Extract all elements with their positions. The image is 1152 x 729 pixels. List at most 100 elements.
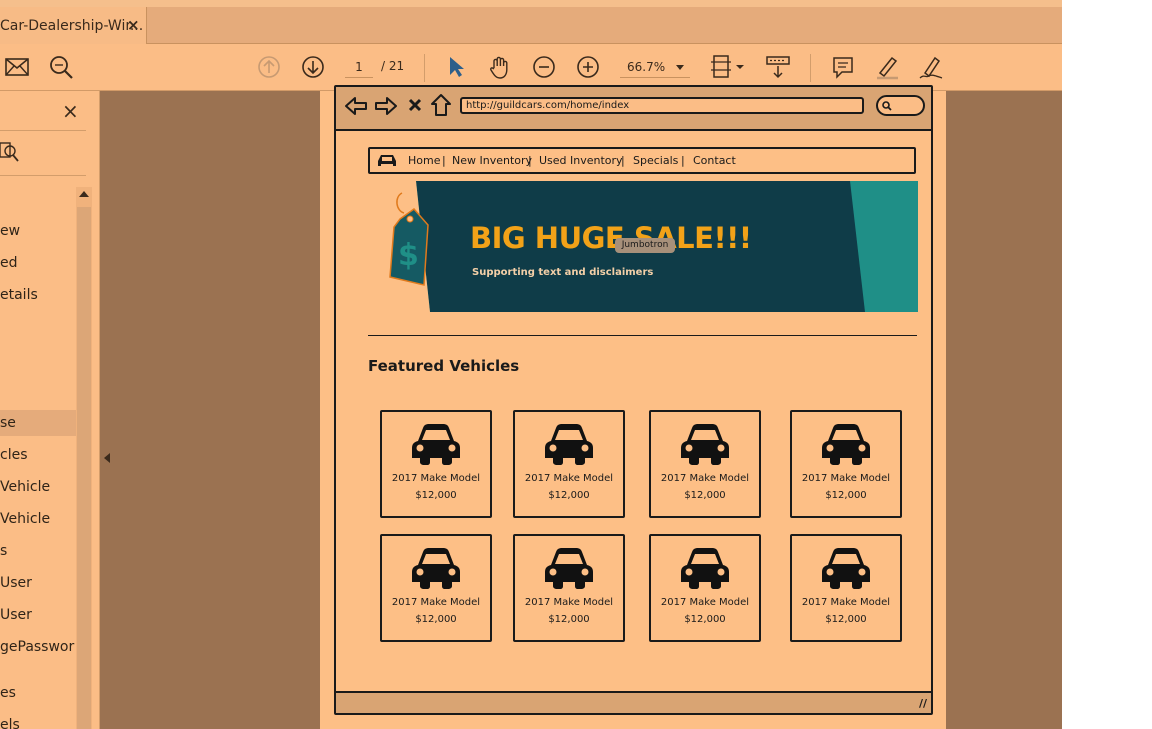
- vehicle-price: $12,000: [548, 490, 590, 501]
- blank-margin: [1062, 0, 1152, 729]
- car-icon: [541, 422, 597, 470]
- mail-icon[interactable]: [2, 52, 32, 82]
- vehicle-price: $12,000: [415, 614, 457, 625]
- bookmark-search-icon[interactable]: [0, 141, 20, 169]
- featured-vehicles-heading: Featured Vehicles: [368, 357, 520, 375]
- wireframe-nav-contact: Contact: [693, 154, 736, 167]
- bookmark-item[interactable]: es: [0, 680, 76, 706]
- jumbotron-label: Jumbotron: [615, 238, 675, 253]
- vehicle-price: $12,000: [684, 490, 726, 501]
- back-arrow-icon: [345, 97, 367, 115]
- fit-page-icon[interactable]: [708, 52, 748, 82]
- vehicle-model: 2017 Make Model: [391, 473, 481, 484]
- vehicle-model: 2017 Make Model: [391, 597, 481, 608]
- scroll-up-icon[interactable]: [79, 191, 89, 197]
- bookmark-item[interactable]: ed: [0, 250, 76, 276]
- car-icon: [378, 155, 396, 166]
- pdf-reader-window: Car-Dealership-Wir... × 1 / 21 66.7% × e…: [0, 0, 1062, 729]
- vehicle-card: 2017 Make Model $12,000: [513, 410, 625, 518]
- comment-icon[interactable]: [828, 52, 858, 82]
- bookmark-item[interactable]: gePasswor: [0, 634, 76, 660]
- zoom-out-icon[interactable]: [529, 52, 559, 82]
- resize-grip-icon: //: [918, 697, 927, 710]
- scrollbar-thumb[interactable]: [77, 207, 91, 729]
- highlight-icon[interactable]: [872, 52, 902, 82]
- nav-separator: |: [442, 154, 446, 167]
- bookmark-item[interactable]: Vehicle: [0, 506, 76, 532]
- bookmark-item-selected[interactable]: se: [0, 410, 76, 436]
- jumbotron-title: BIG HUGE SALE!!!: [470, 221, 752, 255]
- bookmark-item[interactable]: s: [0, 538, 76, 564]
- tab-close-icon[interactable]: ×: [127, 16, 140, 34]
- wireframe-search-field: [876, 95, 925, 116]
- bookmark-item[interactable]: User: [0, 570, 76, 596]
- wireframe-jumbotron: $ BIG HUGE SALE!!! Supporting text and d…: [368, 181, 918, 312]
- sidebar-scrollbar[interactable]: [76, 187, 92, 729]
- bookmark-item[interactable]: ew: [0, 218, 76, 244]
- wireframe-navbar: Home | New Inventory | Used Inventory | …: [368, 147, 916, 174]
- car-icon: [408, 546, 464, 594]
- bookmark-item[interactable]: els: [0, 712, 76, 729]
- sign-icon[interactable]: [916, 52, 946, 82]
- bookmark-item[interactable]: etails: [0, 282, 76, 308]
- wireframe-nav-new-inventory: New Inventory: [452, 154, 533, 167]
- bookmark-item[interactable]: User: [0, 602, 76, 628]
- toolbar: 1 / 21 66.7%: [0, 44, 1062, 91]
- select-cursor-icon[interactable]: [441, 52, 471, 82]
- home-icon: [431, 94, 451, 116]
- zoom-select[interactable]: 66.7%: [620, 56, 690, 78]
- car-icon: [818, 422, 874, 470]
- forward-arrow-icon: [375, 97, 397, 115]
- jumbotron-subtitle: Supporting text and disclaimers: [472, 267, 654, 278]
- tab-title: Car-Dealership-Wir...: [0, 18, 144, 34]
- page-total: / 21: [381, 59, 405, 73]
- vehicle-model: 2017 Make Model: [801, 597, 891, 608]
- stop-icon: [408, 98, 422, 112]
- zoom-in-icon[interactable]: [573, 52, 603, 82]
- vehicle-model: 2017 Make Model: [660, 597, 750, 608]
- nav-separator: |: [621, 154, 625, 167]
- next-page-icon[interactable]: [298, 52, 328, 82]
- car-icon: [408, 422, 464, 470]
- nav-separator: |: [681, 154, 685, 167]
- prev-page-icon[interactable]: [254, 52, 284, 82]
- vehicle-card: 2017 Make Model $12,000: [790, 410, 902, 518]
- vehicle-price: $12,000: [825, 614, 867, 625]
- vehicle-price: $12,000: [684, 614, 726, 625]
- toolbar-divider: [810, 54, 811, 82]
- wireframe-nav-specials: Specials: [633, 154, 679, 167]
- bookmarks-sidebar: × ew ed etails se cles Vehicle Vehicle s…: [0, 91, 110, 729]
- tab-strip: Car-Dealership-Wir... ×: [0, 0, 1062, 44]
- car-icon: [677, 546, 733, 594]
- wireframe-nav-home: Home: [408, 154, 441, 167]
- vehicle-model: 2017 Make Model: [524, 597, 614, 608]
- scroll-mode-icon[interactable]: [763, 52, 793, 82]
- vehicle-card: 2017 Make Model $12,000: [380, 410, 492, 518]
- vehicle-model: 2017 Make Model: [524, 473, 614, 484]
- hand-icon[interactable]: [485, 52, 515, 82]
- price-tag-icon: $: [389, 192, 429, 286]
- nav-separator: |: [528, 154, 532, 167]
- toolbar-divider: [424, 54, 425, 82]
- zoom-value: 66.7%: [627, 60, 666, 74]
- zoom-search-icon[interactable]: [46, 52, 76, 82]
- car-icon: [677, 422, 733, 470]
- chevron-down-icon: [676, 65, 684, 70]
- sidebar-divider: [0, 175, 86, 176]
- bookmark-item[interactable]: Vehicle: [0, 474, 76, 500]
- car-icon: [818, 546, 874, 594]
- wireframe-status-bar: //: [336, 691, 931, 713]
- car-icon: [541, 546, 597, 594]
- collapse-sidebar-icon[interactable]: [104, 453, 110, 463]
- vehicle-model: 2017 Make Model: [801, 473, 891, 484]
- document-tab[interactable]: Car-Dealership-Wir... ×: [0, 7, 147, 44]
- vehicle-card: 2017 Make Model $12,000: [649, 534, 761, 642]
- page-number-input[interactable]: 1: [345, 56, 373, 78]
- wireframe-nav-used-inventory: Used Inventory: [539, 154, 623, 167]
- vehicle-card: 2017 Make Model $12,000: [790, 534, 902, 642]
- bookmark-item[interactable]: cles: [0, 442, 76, 468]
- vehicle-price: $12,000: [825, 490, 867, 501]
- vehicle-card: 2017 Make Model $12,000: [513, 534, 625, 642]
- sidebar-close-icon[interactable]: ×: [62, 99, 79, 123]
- wireframe-address-bar: http://guildcars.com/home/index: [336, 87, 931, 131]
